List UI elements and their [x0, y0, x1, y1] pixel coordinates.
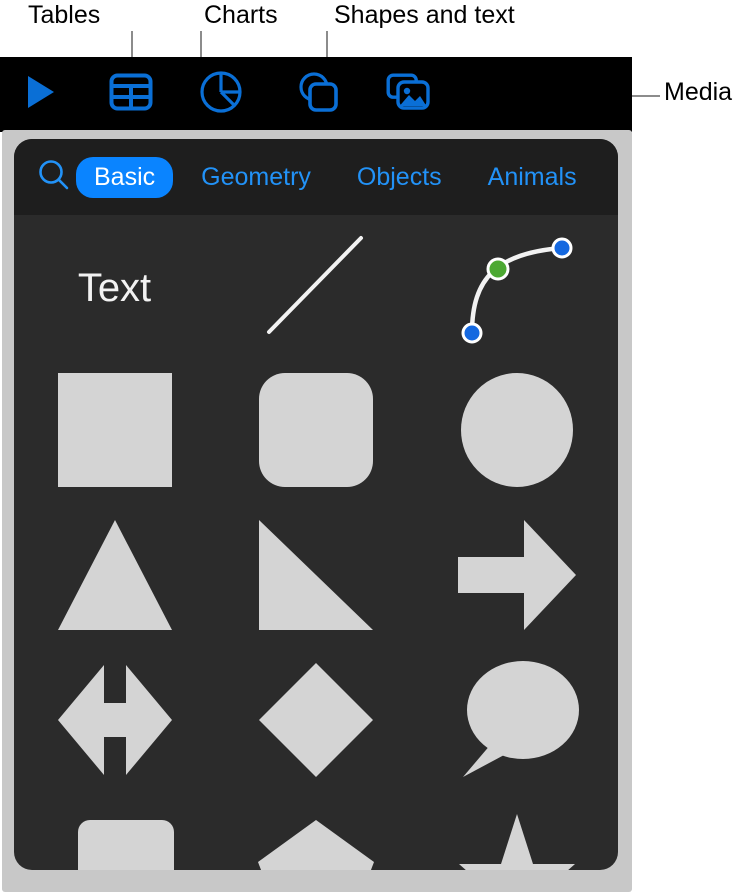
popover-sheet: Basic Geometry Objects Animals N Text	[14, 139, 618, 870]
right-arrow-shape-icon	[452, 512, 582, 643]
media-button[interactable]	[382, 57, 440, 132]
circle-shape-icon	[454, 367, 580, 498]
pie-chart-icon	[199, 70, 243, 119]
bezier-curve-shape-icon	[442, 218, 592, 358]
shape-cell-speech-bubble[interactable]	[416, 650, 617, 795]
callout-label-tables: Tables	[28, 1, 101, 29]
play-icon	[24, 74, 58, 115]
triangle-shape-icon	[52, 512, 178, 643]
tab-nature[interactable]: N	[605, 157, 618, 198]
diamond-shape-icon	[253, 657, 379, 788]
right-triangle-shape-icon	[253, 512, 379, 643]
shapes-icon	[294, 69, 340, 120]
shape-cell-star[interactable]	[416, 795, 617, 870]
shape-cell-rounded-square[interactable]	[215, 360, 416, 505]
charts-button[interactable]	[192, 57, 250, 132]
toolbar	[0, 57, 632, 132]
shape-cell-line[interactable]	[215, 215, 416, 360]
media-icon	[386, 71, 436, 118]
tab-animals[interactable]: Animals	[470, 157, 595, 198]
line-shape-icon	[251, 220, 381, 355]
text-shape-label: Text	[77, 265, 152, 310]
rounded-square-shape-icon	[253, 367, 379, 498]
speech-bubble-shape-icon	[451, 655, 583, 790]
shape-cell-callout-bubble[interactable]	[14, 795, 215, 870]
callout-label-media: Media	[664, 78, 733, 106]
shape-cell-bezier-curve[interactable]	[416, 215, 617, 360]
shape-cell-pentagon[interactable]	[215, 795, 416, 870]
shape-cell-triangle[interactable]	[14, 505, 215, 650]
shape-cell-square[interactable]	[14, 360, 215, 505]
shape-grid: Text	[14, 215, 618, 870]
star-shape-icon	[454, 802, 580, 870]
double-arrow-shape-icon	[52, 657, 178, 788]
shape-cell-text[interactable]: Text	[14, 215, 215, 360]
tables-button[interactable]	[102, 57, 160, 132]
shapes-button[interactable]	[288, 57, 346, 132]
square-shape-icon	[52, 367, 178, 498]
search-icon	[37, 158, 71, 197]
search-button[interactable]	[32, 155, 76, 199]
table-icon	[109, 72, 153, 117]
pentagon-shape-icon	[253, 802, 379, 870]
shape-cell-right-arrow[interactable]	[416, 505, 617, 650]
callout-label-shapes: Shapes and text	[334, 1, 515, 29]
shape-cell-diamond[interactable]	[215, 650, 416, 795]
shapes-popover: Basic Geometry Objects Animals N Text	[2, 130, 632, 892]
tab-basic[interactable]: Basic	[76, 156, 174, 198]
shape-cell-double-arrow[interactable]	[14, 650, 215, 795]
tab-objects[interactable]: Objects	[339, 157, 460, 198]
shape-cell-right-triangle[interactable]	[215, 505, 416, 650]
callout-label-charts: Charts	[204, 1, 278, 29]
tab-geometry[interactable]: Geometry	[183, 157, 329, 198]
shape-cell-circle[interactable]	[416, 360, 617, 505]
shape-category-tabbar: Basic Geometry Objects Animals N	[14, 139, 618, 215]
callout-bubble-shape-icon	[52, 802, 178, 870]
play-button[interactable]	[12, 57, 70, 132]
